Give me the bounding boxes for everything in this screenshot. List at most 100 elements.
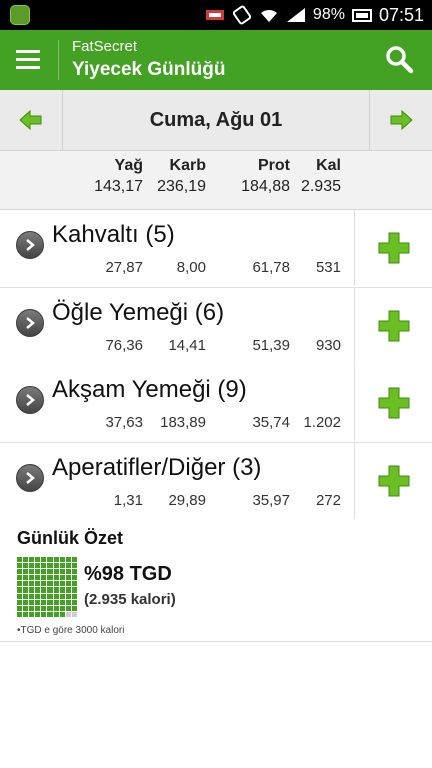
plus-icon <box>378 465 409 497</box>
rdi-grid-cell <box>41 587 47 593</box>
action-bar-divider <box>58 40 59 80</box>
rdi-footnote: •TGD e göre 3000 kalori <box>17 625 125 636</box>
rdi-grid-cell <box>29 575 35 581</box>
rdi-grid-cell <box>47 569 53 575</box>
rdi-grid-cell <box>29 557 35 563</box>
rdi-grid-cell <box>17 605 23 611</box>
rdi-grid-cell <box>23 569 29 575</box>
meal-row-dinner[interactable]: Akşam Yemeği (9) 37,63 183,89 35,74 1.20… <box>0 365 432 443</box>
meal-calories: 531 <box>315 259 341 276</box>
chevron-right-icon <box>16 386 44 414</box>
notification-app-icon <box>10 5 30 25</box>
rdi-grid-cell <box>71 581 77 587</box>
rdi-grid-cell <box>17 587 23 593</box>
carb-header: Karb <box>169 157 206 174</box>
meal-calories: 1.202 <box>303 414 341 431</box>
battery-percent: 98% <box>312 6 345 23</box>
rdi-grid-cell <box>41 611 47 617</box>
rdi-grid-cell <box>59 581 65 587</box>
rdi-grid-cell <box>59 587 65 593</box>
rdi-grid-cell <box>65 557 71 563</box>
meal-title: Kahvaltı (5) <box>52 221 175 248</box>
meal-row-breakfast[interactable]: Kahvaltı (5) 27,87 8,00 61,78 531 <box>0 210 432 288</box>
rdi-grid-cell <box>53 611 59 617</box>
rdi-grid-cell <box>41 599 47 605</box>
rdi-grid-cell <box>35 569 41 575</box>
calories-summary: (2.935 kalori) <box>84 591 176 608</box>
rdi-grid-cell <box>23 611 29 617</box>
rdi-grid-cell <box>23 605 29 611</box>
rdi-grid-cell <box>23 563 29 569</box>
rdi-grid-cell <box>53 575 59 581</box>
rdi-grid-cell <box>59 593 65 599</box>
status-bar: 98% 07:51 <box>0 0 432 30</box>
rdi-grid-cell <box>17 593 23 599</box>
rdi-grid-cell <box>59 575 65 581</box>
rdi-grid-cell <box>35 563 41 569</box>
meal-carb: 8,00 <box>176 259 206 276</box>
rdi-grid-cell <box>65 593 71 599</box>
rdi-grid-cell <box>23 575 29 581</box>
rdi-grid-cell <box>59 599 65 605</box>
rdi-grid-cell <box>29 611 35 617</box>
rdi-grid-cell <box>71 557 77 563</box>
meal-row-lunch[interactable]: Öğle Yemeği (6) 76,36 14,41 51,39 930 <box>0 288 432 366</box>
rdi-grid-cell <box>35 581 41 587</box>
rdi-grid-cell <box>71 563 77 569</box>
meal-carb: 14,41 <box>168 337 206 354</box>
battery-icon <box>351 8 372 22</box>
next-day-button[interactable] <box>369 90 432 150</box>
rdi-grid-cell <box>35 605 41 611</box>
meal-carb: 183,89 <box>160 414 206 431</box>
daily-summary: Günlük Özet %98 TGD (2.935 kalori) •TGD … <box>0 520 432 642</box>
page-title: Yiyecek Günlüğü <box>72 59 226 80</box>
rdi-grid-cell <box>41 593 47 599</box>
current-date[interactable]: Cuma, Ağu 01 <box>62 90 370 150</box>
rdi-grid-cell <box>65 599 71 605</box>
rdi-grid-cell <box>59 557 65 563</box>
rdi-grid-cell <box>29 599 35 605</box>
rdi-grid-cell <box>17 599 23 605</box>
carb-total: 236,19 <box>157 178 206 195</box>
rdi-grid-cell <box>35 557 41 563</box>
signal-icon <box>286 8 305 22</box>
rdi-grid-cell <box>17 557 23 563</box>
rdi-grid-cell <box>47 581 53 587</box>
plus-icon <box>378 232 409 264</box>
plus-icon <box>378 387 409 419</box>
rdi-grid-cell <box>65 587 71 593</box>
menu-icon[interactable] <box>16 50 40 70</box>
daily-totals: Yağ Karb Prot Kal 143,17 236,19 184,88 2… <box>0 151 432 210</box>
rdi-grid-cell <box>41 563 47 569</box>
rdi-grid-cell <box>41 575 47 581</box>
add-lunch-button[interactable] <box>355 288 432 364</box>
add-breakfast-button[interactable] <box>355 210 432 286</box>
rotation-lock-icon <box>232 5 252 25</box>
rdi-grid-cell <box>23 593 29 599</box>
calories-header: Kal <box>316 157 341 174</box>
rdi-grid-cell <box>53 605 59 611</box>
rdi-grid-cell <box>47 611 53 617</box>
rdi-grid-cell <box>53 557 59 563</box>
rdi-grid-cell <box>35 587 41 593</box>
rdi-grid-cell <box>71 569 77 575</box>
previous-day-button[interactable] <box>0 90 63 150</box>
meal-row-snacks[interactable]: Aperatifler/Diğer (3) 1,31 29,89 35,97 2… <box>0 443 432 521</box>
rdi-grid-cell <box>47 575 53 581</box>
rdi-grid-cell <box>71 593 77 599</box>
calories-total: 2.935 <box>300 178 341 195</box>
add-dinner-button[interactable] <box>355 365 432 441</box>
meal-calories: 272 <box>315 492 341 509</box>
meal-calories: 930 <box>315 337 341 354</box>
rdi-grid-cell <box>29 587 35 593</box>
search-icon[interactable] <box>384 44 414 74</box>
add-snacks-button[interactable] <box>355 443 432 519</box>
app-name: FatSecret <box>72 38 138 55</box>
rdi-grid-cell <box>29 563 35 569</box>
rdi-grid-cell <box>35 575 41 581</box>
rdi-grid-cell <box>29 569 35 575</box>
rdi-grid-cell <box>59 569 65 575</box>
rdi-grid-cell <box>71 575 77 581</box>
rdi-progress-grid <box>17 557 77 617</box>
meal-title: Öğle Yemeği (6) <box>52 299 225 326</box>
